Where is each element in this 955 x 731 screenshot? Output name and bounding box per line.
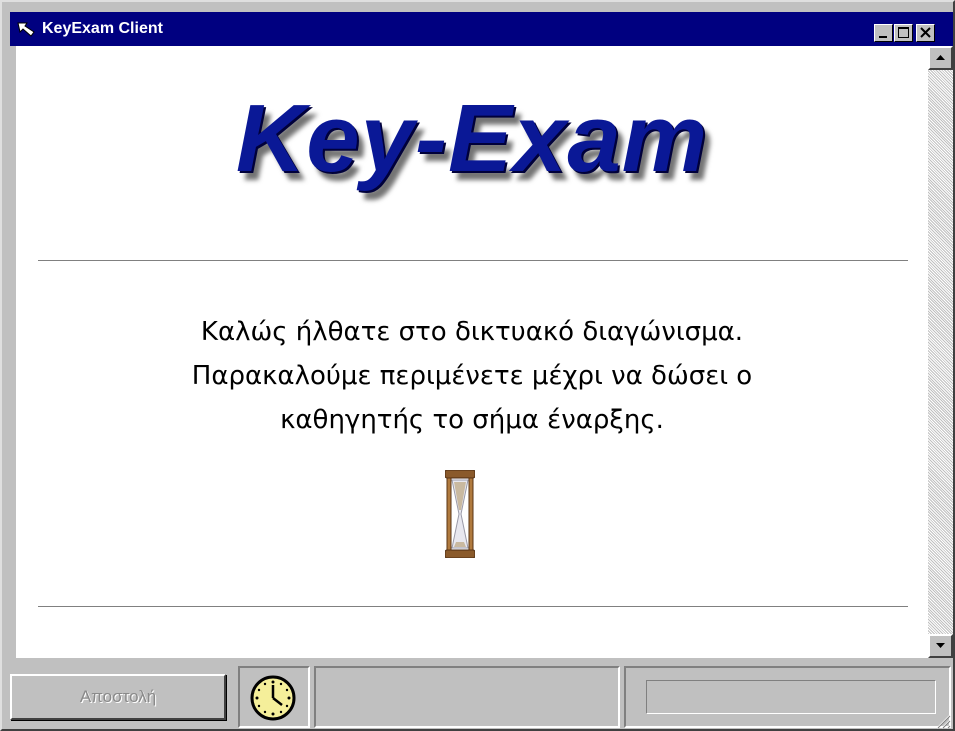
clock-icon <box>250 675 296 721</box>
resize-grip-icon[interactable] <box>933 711 951 729</box>
app-window: KeyExam Client Key-Exam Καλώς ήλθατε στο… <box>0 0 955 731</box>
minimize-button[interactable] <box>874 24 893 42</box>
scroll-down-button[interactable] <box>928 634 953 658</box>
status-field <box>646 680 936 714</box>
message-line-3: καθηγητής το σήμα έναρξης. <box>280 405 664 435</box>
arrow-up-icon <box>936 55 945 60</box>
title-bar[interactable]: KeyExam Client <box>10 12 953 46</box>
bottom-divider <box>38 606 908 608</box>
status-panel-middle <box>314 666 620 728</box>
clock-panel <box>238 666 310 728</box>
minimize-icon <box>879 36 887 38</box>
close-button[interactable] <box>916 24 935 42</box>
window-title: KeyExam Client <box>42 20 163 37</box>
cursor-arrow-icon <box>17 22 35 37</box>
maximize-icon <box>898 27 909 38</box>
maximize-button[interactable] <box>894 24 913 42</box>
welcome-message: Καλώς ήλθατε στο δικτυακό διαγώνισμα. Πα… <box>16 310 928 442</box>
top-divider <box>38 260 908 262</box>
key-exam-logo: Key-Exam <box>235 85 709 192</box>
vertical-scrollbar[interactable] <box>928 46 953 658</box>
status-bar: Αποστολή <box>6 662 953 731</box>
content-area: Key-Exam Καλώς ήλθατε στο δικτυακό διαγώ… <box>16 46 928 658</box>
send-button[interactable]: Αποστολή <box>10 674 226 720</box>
scroll-up-button[interactable] <box>928 46 953 70</box>
hourglass-icon <box>445 470 475 558</box>
message-line-2: Παρακαλούμε περιμένετε μέχρι να δώσει ο <box>191 361 753 391</box>
arrow-down-icon <box>936 643 945 648</box>
close-icon <box>920 27 931 38</box>
message-line-1: Καλώς ήλθατε στο δικτυακό διαγώνισμα. <box>200 317 744 347</box>
